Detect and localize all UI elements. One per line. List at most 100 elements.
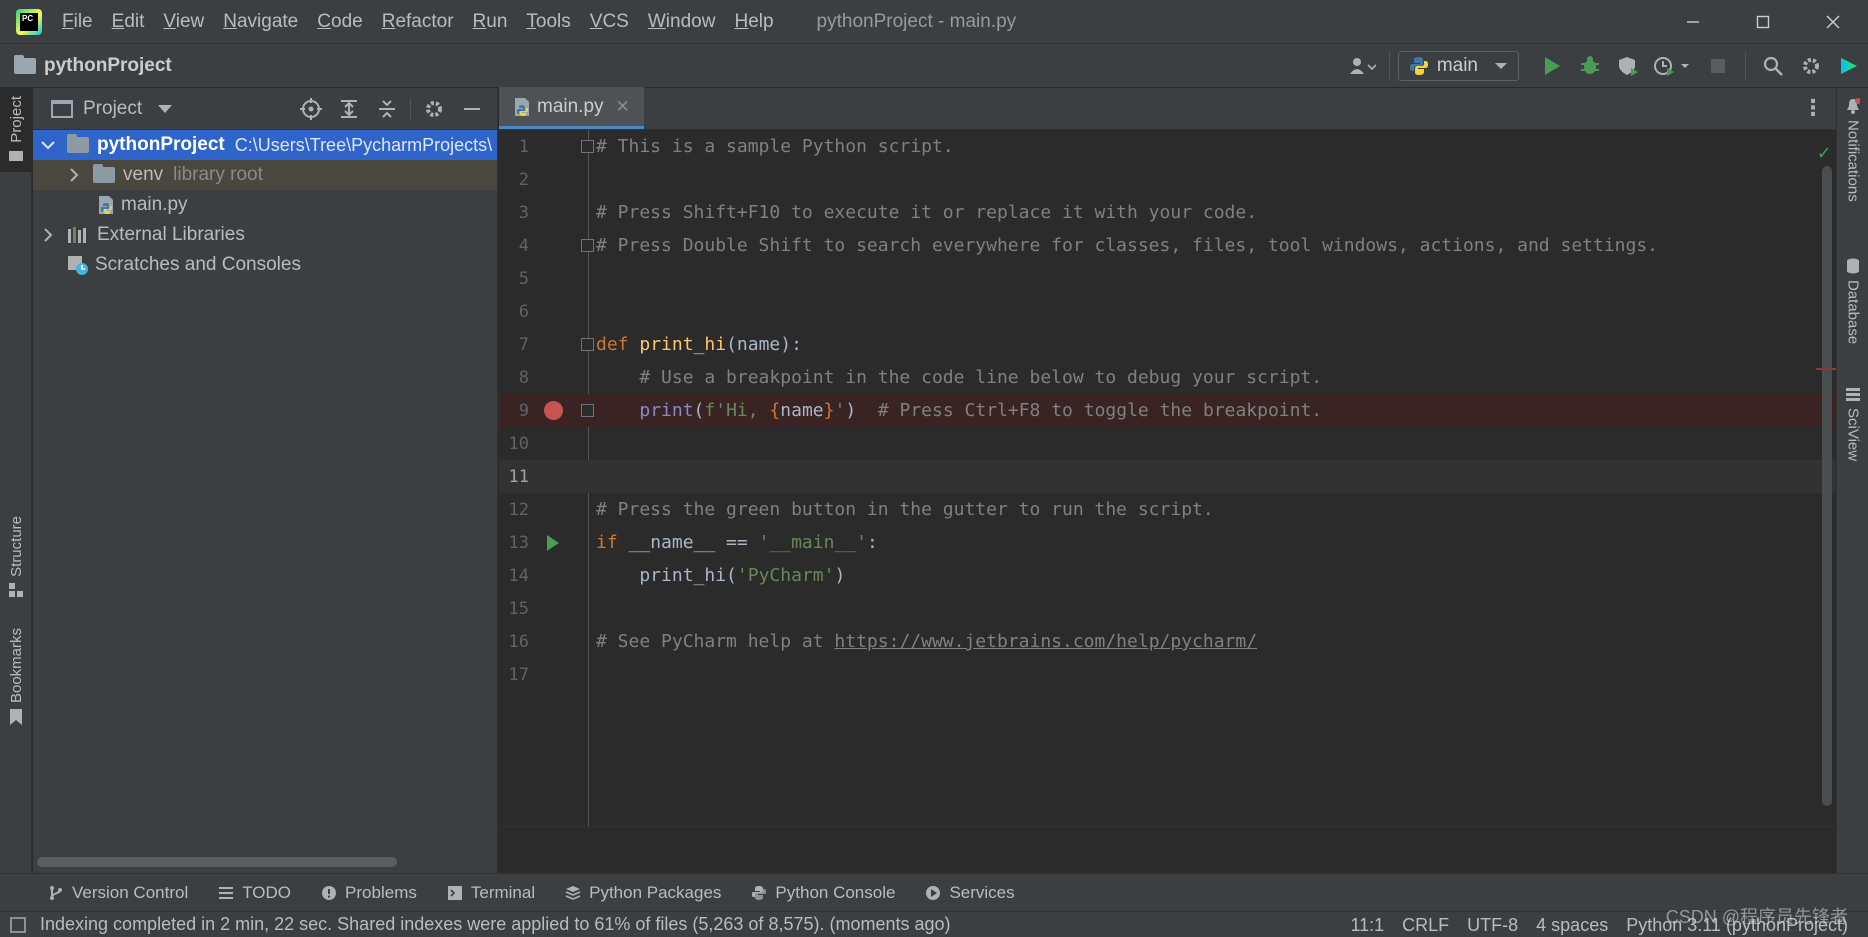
account-icon[interactable] bbox=[1343, 51, 1381, 81]
run-configuration-select[interactable]: main bbox=[1397, 51, 1519, 81]
tree-item-pythonproject[interactable]: pythonProject C:\Users\Tree\PycharmProje… bbox=[33, 130, 497, 160]
code-line[interactable]: 15 bbox=[499, 592, 1836, 625]
coverage-button[interactable] bbox=[1609, 51, 1647, 81]
profiler-icon bbox=[1654, 57, 1689, 76]
chevron-down-icon[interactable] bbox=[158, 104, 173, 113]
code-line[interactable]: 8 # Use a breakpoint in the code line be… bbox=[499, 361, 1836, 394]
breakpoint-stripe-marker[interactable] bbox=[1816, 368, 1836, 370]
menu-edit[interactable]: Edit bbox=[112, 11, 145, 33]
code-line[interactable]: 17 bbox=[499, 658, 1836, 691]
notifications-tool-tab[interactable]: Notifications bbox=[1837, 94, 1868, 224]
indent-setting[interactable]: 4 spaces bbox=[1536, 915, 1608, 936]
minimize-icon bbox=[464, 108, 480, 110]
database-icon bbox=[1847, 258, 1859, 274]
python-console-tab[interactable]: Python Console bbox=[751, 883, 895, 903]
run-button[interactable] bbox=[1533, 51, 1571, 81]
project-tool-tab[interactable]: Project bbox=[0, 88, 32, 172]
breakpoint-icon[interactable] bbox=[544, 401, 563, 420]
search-everywhere-button[interactable] bbox=[1754, 51, 1792, 81]
bookmarks-tool-tab[interactable]: Bookmarks bbox=[0, 628, 32, 748]
panel-options-button[interactable] bbox=[415, 94, 453, 124]
code-line[interactable]: 7 def print_hi(name): bbox=[499, 328, 1836, 361]
maximize-button[interactable] bbox=[1728, 0, 1798, 44]
help-link[interactable]: https://www.jetbrains.com/help/pycharm/ bbox=[834, 631, 1257, 652]
profile-button[interactable] bbox=[1647, 51, 1699, 81]
collapse-all-button[interactable] bbox=[368, 94, 406, 124]
hide-panel-button[interactable] bbox=[453, 94, 491, 124]
chevron-right-icon[interactable] bbox=[39, 226, 57, 244]
menu-navigate[interactable]: Navigate bbox=[223, 11, 298, 33]
tree-item-scratches[interactable]: Scratches and Consoles bbox=[33, 250, 497, 280]
code-line-current[interactable]: 11 bbox=[499, 460, 1836, 493]
horizontal-scrollbar[interactable] bbox=[37, 857, 397, 867]
status-message[interactable]: Indexing completed in 2 min, 22 sec. Sha… bbox=[40, 914, 951, 935]
version-control-tab[interactable]: Version Control bbox=[48, 883, 188, 903]
close-window-button[interactable] bbox=[1798, 0, 1868, 44]
code-line[interactable]: 16 # See PyCharm help at https://www.jet… bbox=[499, 625, 1836, 658]
menu-code[interactable]: Code bbox=[317, 11, 362, 33]
tab-label: Version Control bbox=[72, 882, 189, 902]
code-line[interactable]: 4 # Press Double Shift to search everywh… bbox=[499, 229, 1836, 262]
code-line[interactable]: 6 bbox=[499, 295, 1836, 328]
database-tool-tab[interactable]: Database bbox=[1837, 258, 1868, 368]
caret-position[interactable]: 11:1 bbox=[1350, 915, 1384, 936]
sciview-tool-tab[interactable]: SciView bbox=[1837, 388, 1868, 488]
code-editor[interactable]: 1 # This is a sample Python script. 2 3 … bbox=[499, 130, 1836, 826]
services-tab[interactable]: Services bbox=[925, 883, 1015, 903]
menu-vcs[interactable]: VCS bbox=[590, 11, 629, 33]
code-text: def print_hi(name): bbox=[596, 334, 802, 355]
code-line[interactable]: 5 bbox=[499, 262, 1836, 295]
file-encoding[interactable]: UTF-8 bbox=[1467, 915, 1518, 936]
structure-tool-tab[interactable]: Structure bbox=[0, 516, 32, 616]
menu-tools[interactable]: Tools bbox=[526, 11, 570, 33]
inspection-ok-icon[interactable]: ✓ bbox=[1818, 140, 1830, 164]
debug-button[interactable] bbox=[1571, 51, 1609, 81]
code-line[interactable]: 10 bbox=[499, 427, 1836, 460]
toggle-tool-windows-icon[interactable] bbox=[10, 916, 26, 933]
editor-tab-main-py[interactable]: main.py ✕ bbox=[499, 87, 644, 129]
run-gutter-icon[interactable] bbox=[547, 534, 559, 551]
line-number: 9 bbox=[518, 400, 529, 421]
select-opened-file-button[interactable] bbox=[292, 94, 330, 124]
code-line[interactable]: 12 # Press the green button in the gutte… bbox=[499, 493, 1836, 526]
menu-file[interactable]: File bbox=[62, 11, 93, 33]
menu-refactor[interactable]: Refactor bbox=[382, 11, 454, 33]
ide-updates-button[interactable] bbox=[1830, 51, 1868, 81]
menu-run[interactable]: Run bbox=[473, 11, 508, 33]
stop-icon bbox=[1711, 59, 1725, 73]
stop-button[interactable] bbox=[1699, 51, 1737, 81]
code-line[interactable]: 2 bbox=[499, 163, 1836, 196]
fold-marker-icon[interactable] bbox=[581, 239, 594, 252]
breadcrumb-project[interactable]: pythonProject bbox=[44, 55, 172, 77]
close-icon[interactable]: ✕ bbox=[616, 97, 630, 117]
code-line[interactable]: 3 # Press Shift+F10 to execute it or rep… bbox=[499, 196, 1836, 229]
menu-help[interactable]: Help bbox=[734, 11, 773, 33]
tree-item-external-libraries[interactable]: External Libraries bbox=[33, 220, 497, 250]
line-separator[interactable]: CRLF bbox=[1402, 915, 1449, 936]
tree-item-main-py[interactable]: main.py bbox=[33, 190, 497, 220]
minimize-button[interactable] bbox=[1658, 0, 1728, 44]
menu-window[interactable]: Window bbox=[648, 11, 716, 33]
code-line-breakpoint[interactable]: 9 print(f'Hi, {name}') # Press Ctrl+F8 t… bbox=[499, 394, 1836, 427]
tree-item-venv[interactable]: venv library root bbox=[33, 160, 497, 190]
code-line[interactable]: 1 # This is a sample Python script. bbox=[499, 130, 1836, 163]
services-icon bbox=[925, 885, 941, 901]
code-line[interactable]: 13 if __name__ == '__main__': bbox=[499, 526, 1836, 559]
more-options-icon[interactable]: ⋮ bbox=[1802, 96, 1824, 120]
chevron-right-icon[interactable] bbox=[65, 166, 83, 184]
terminal-tab[interactable]: Terminal bbox=[447, 883, 535, 903]
vertical-scrollbar[interactable] bbox=[1822, 166, 1832, 806]
menu-view[interactable]: View bbox=[163, 11, 204, 33]
tree-item-label: pythonProject bbox=[97, 134, 225, 155]
settings-button[interactable] bbox=[1792, 51, 1830, 81]
expand-all-button[interactable] bbox=[330, 94, 368, 124]
fold-marker-icon[interactable] bbox=[581, 338, 594, 351]
todo-tab[interactable]: TODO bbox=[218, 883, 291, 903]
problems-tab[interactable]: Problems bbox=[321, 883, 417, 903]
python-packages-tab[interactable]: Python Packages bbox=[565, 883, 721, 903]
project-panel-title[interactable]: Project bbox=[83, 98, 142, 120]
code-line[interactable]: 14 print_hi('PyCharm') bbox=[499, 559, 1836, 592]
fold-marker-icon[interactable] bbox=[581, 404, 594, 417]
fold-marker-icon[interactable] bbox=[581, 140, 594, 153]
chevron-down-icon[interactable] bbox=[39, 136, 57, 154]
